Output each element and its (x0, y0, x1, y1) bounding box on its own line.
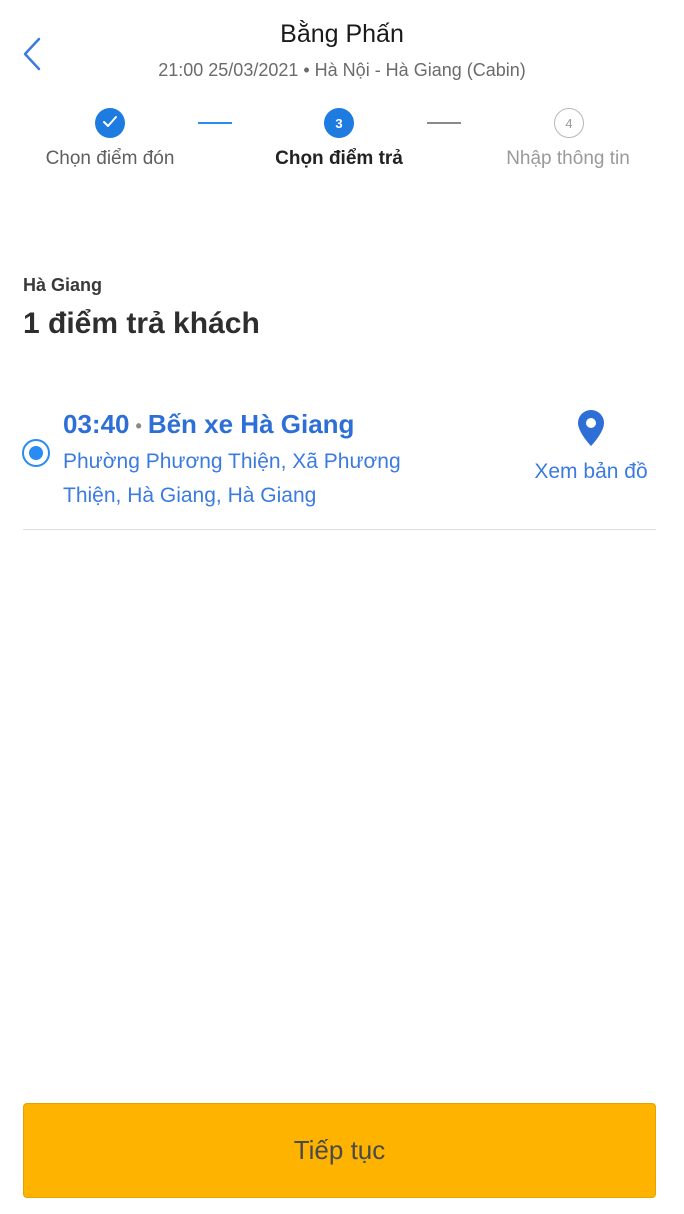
view-map-button[interactable]: Xem bản đồ (526, 409, 656, 484)
check-icon (102, 115, 118, 132)
dropoff-option[interactable]: 03:40 • Bến xe Hà Giang Phường Phương Thiệ… (0, 395, 684, 530)
trip-info: 21:00 25/03/2021 • Hà Nội - Hà Giang (Ca… (158, 60, 526, 80)
step-connector (198, 122, 232, 124)
step-1-indicator (95, 108, 125, 138)
stop-time: 03:40 (63, 409, 130, 439)
region-label: Hà Giang (23, 275, 103, 295)
step-4-indicator: 4 (554, 108, 584, 138)
step-3-indicator: 3 (324, 108, 354, 138)
dropoff-count-title: 1 điểm trả khách (23, 307, 260, 340)
step-connector (427, 122, 461, 124)
stop-address: Phường Phương Thiện, Xã Phương Thiện, Hà… (63, 450, 401, 507)
step-label-pickup[interactable]: Chọn điểm đón (10, 148, 210, 170)
step-label-dropoff: Chọn điểm trả (275, 148, 403, 169)
stop-name: Bến xe Hà Giang (147, 409, 355, 439)
continue-button[interactable]: Tiếp tục (23, 1103, 656, 1198)
radio-selected-dot (29, 446, 43, 460)
radio-button[interactable] (22, 439, 50, 467)
page-title: Bằng Phấn (280, 20, 404, 48)
stop-header: 03:40 • Bến xe Hà Giang (63, 409, 354, 440)
map-pin-icon (577, 409, 605, 452)
step-label-info: Nhập thông tin (506, 148, 630, 169)
divider (23, 529, 656, 530)
separator-dot: • (135, 415, 142, 436)
view-map-label: Xem bản đồ (534, 460, 648, 483)
dropoff-selection-screen: Bằng Phấn 21:00 25/03/2021 • Hà Nội - Hà… (0, 0, 684, 1214)
